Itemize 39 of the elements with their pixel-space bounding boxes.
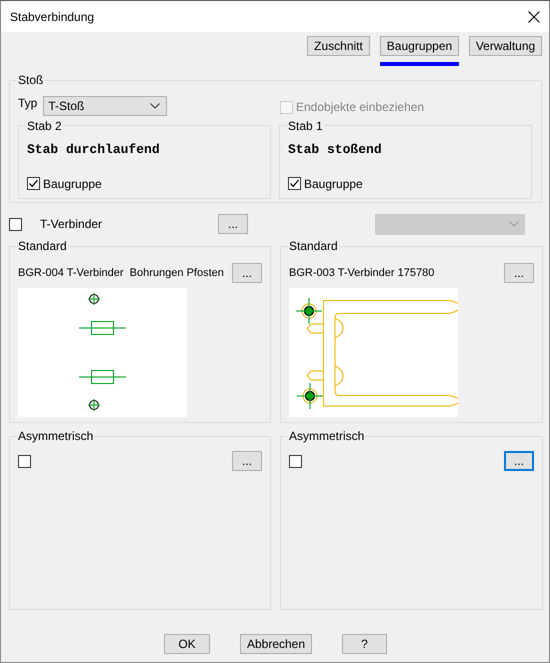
group-title: Asymmetrisch	[288, 429, 366, 443]
hole-icon	[88, 398, 100, 412]
checkbox-label: Baugruppe	[43, 176, 102, 190]
tab[interactable]: Baugruppen	[380, 36, 459, 56]
hole-icon	[88, 292, 100, 306]
caret-icon	[150, 103, 160, 109]
checkbox-label: Baugruppe	[304, 176, 363, 190]
bar-description: Stab stoßend	[288, 142, 382, 156]
caret-icon	[509, 221, 519, 227]
checkbox[interactable]	[27, 177, 40, 190]
close-icon	[528, 10, 540, 22]
browse-button[interactable]: ...	[504, 451, 534, 471]
assembly-name: BGR-003 T-Verbinder 175780	[289, 267, 434, 279]
checkbox[interactable]	[9, 218, 22, 230]
group-title: Asymmetrisch	[17, 429, 94, 443]
group-title: Stab 2	[26, 118, 63, 132]
type-dropdown[interactable]: T-Stoß	[43, 96, 168, 116]
type-label: Typ	[18, 96, 38, 110]
bar-description: Stab durchlaufend	[27, 142, 160, 156]
checkbox[interactable]	[288, 177, 301, 190]
group-title: Standard	[288, 239, 339, 253]
checkbox-label: T-Verbinder	[40, 217, 104, 231]
tab[interactable]: Zuschnitt	[307, 36, 370, 56]
browse-button[interactable]: ...	[504, 263, 534, 283]
help-button[interactable]: ?	[342, 634, 387, 654]
browse-button[interactable]: ...	[218, 214, 248, 234]
cancel-button[interactable]: Abbrechen	[240, 634, 312, 654]
checkbox[interactable]	[289, 454, 302, 468]
group-title: Stoß	[17, 73, 44, 87]
browse-button[interactable]: ...	[232, 263, 262, 283]
checkbox[interactable]	[18, 454, 31, 468]
window-title: Stabverbindung	[10, 10, 94, 24]
group-title: Standard	[17, 239, 68, 253]
tab[interactable]: Verwaltung	[469, 36, 542, 56]
assembly-name: BGR-004 T-Verbinder Bohrungen Pfosten	[18, 267, 224, 279]
browse-button[interactable]: ...	[232, 451, 262, 471]
checkbox-label: Endobjekte einbeziehen	[296, 100, 424, 114]
group-title: Stab 1	[287, 118, 324, 132]
ok-button[interactable]: OK	[164, 634, 210, 654]
